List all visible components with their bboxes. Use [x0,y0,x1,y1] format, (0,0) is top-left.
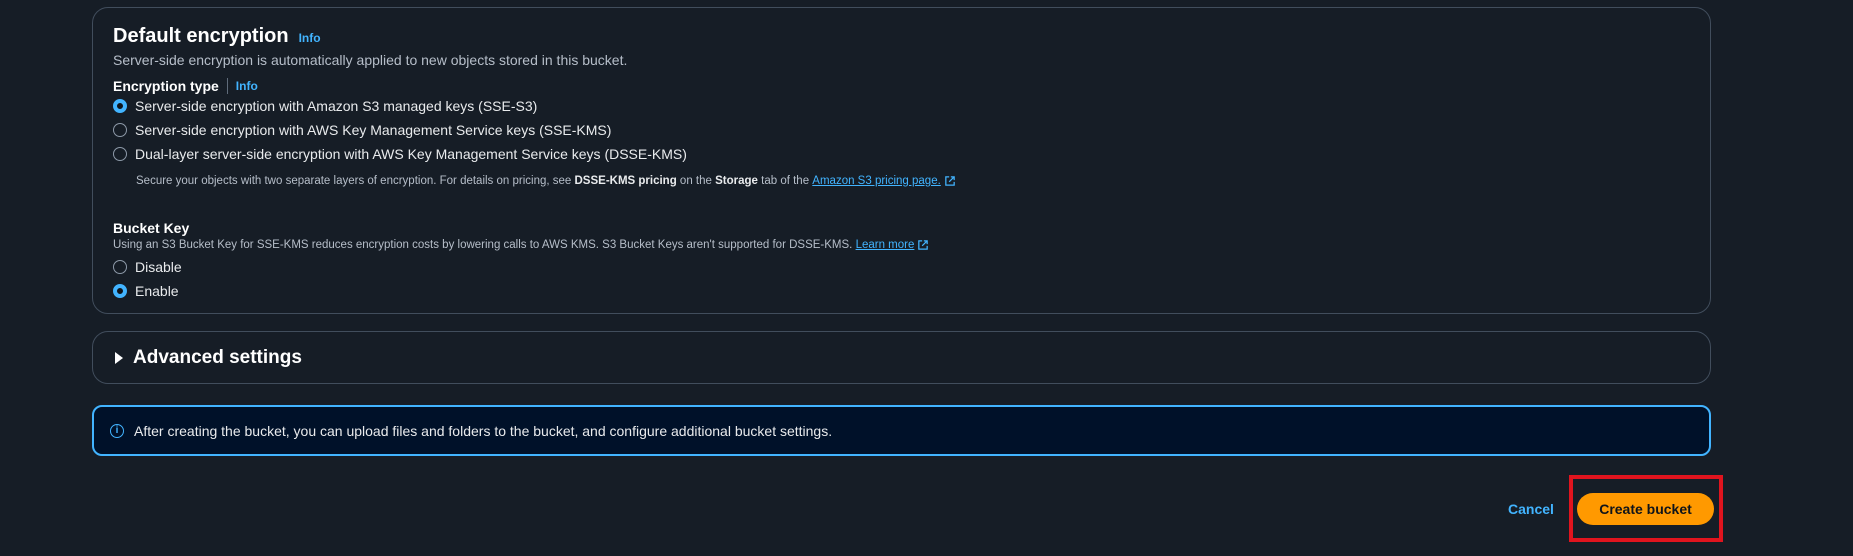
radio-label-disable: Disable [135,259,182,275]
bucket-key-description: Using an S3 Bucket Key for SSE-KMS reduc… [113,239,929,251]
create-bucket-page: Default encryption Info Server-side encr… [0,0,1853,556]
encryption-type-label-row: Encryption type Info [113,78,258,94]
default-encryption-info-link[interactable]: Info [299,31,321,45]
info-icon: i [110,423,124,438]
encryption-type-label: Encryption type [113,78,219,94]
dsse-note-text-post: tab of the [757,175,813,187]
advanced-settings-panel: Advanced settings [92,331,1711,384]
caret-right-icon [115,352,123,364]
info-alert: i After creating the bucket, you can upl… [92,405,1711,456]
bucket-key-description-text: Using an S3 Bucket Key for SSE-KMS reduc… [113,239,853,251]
default-encryption-description: Server-side encryption is automatically … [113,52,628,68]
dsse-note-text-mid: on the [676,175,716,187]
radio-label-enable: Enable [135,283,179,299]
radio-button-disable[interactable] [113,260,127,274]
default-encryption-heading: Default encryption Info [113,25,321,48]
info-alert-text: After creating the bucket, you can uploa… [134,422,833,439]
radio-option-enable[interactable]: Enable [113,283,179,299]
advanced-settings-toggle[interactable]: Advanced settings [115,347,302,369]
default-encryption-title: Default encryption [113,25,289,47]
label-divider [226,78,228,94]
create-bucket-button[interactable]: Create bucket [1577,493,1714,525]
external-link-icon [945,176,955,186]
dsse-pricing-emphasis: DSSE-KMS pricing [574,175,677,187]
learn-more-text: Learn more [855,239,915,251]
cancel-button[interactable]: Cancel [1502,500,1560,518]
radio-button-sse-s3[interactable] [113,99,127,113]
radio-option-disable[interactable]: Disable [113,259,182,275]
s3-pricing-link-text: Amazon S3 pricing page. [812,175,941,187]
radio-button-enable[interactable] [113,284,127,298]
radio-button-dsse-kms[interactable] [113,147,127,161]
radio-label-sse-kms: Server-side encryption with AWS Key Mana… [135,122,612,138]
default-encryption-panel: Default encryption Info Server-side encr… [92,7,1711,314]
advanced-settings-label: Advanced settings [133,347,302,368]
radio-label-sse-s3: Server-side encryption with Amazon S3 ma… [135,98,538,114]
encryption-type-info-link[interactable]: Info [236,79,258,93]
external-link-icon [918,240,929,250]
radio-option-sse-s3[interactable]: Server-side encryption with Amazon S3 ma… [113,98,537,114]
dsse-note-text: Secure your objects with two separate la… [136,175,575,187]
storage-tab-emphasis: Storage [715,175,758,187]
radio-button-sse-kms[interactable] [113,123,127,137]
radio-option-dsse-kms[interactable]: Dual-layer server-side encryption with A… [113,146,687,162]
bucket-key-label: Bucket Key [113,220,190,236]
dsse-kms-description: Secure your objects with two separate la… [136,175,955,187]
learn-more-link[interactable]: Learn more [856,239,929,251]
s3-pricing-page-link[interactable]: Amazon S3 pricing page. [812,175,955,187]
radio-label-dsse-kms: Dual-layer server-side encryption with A… [135,146,687,162]
radio-option-sse-kms[interactable]: Server-side encryption with AWS Key Mana… [113,122,611,138]
